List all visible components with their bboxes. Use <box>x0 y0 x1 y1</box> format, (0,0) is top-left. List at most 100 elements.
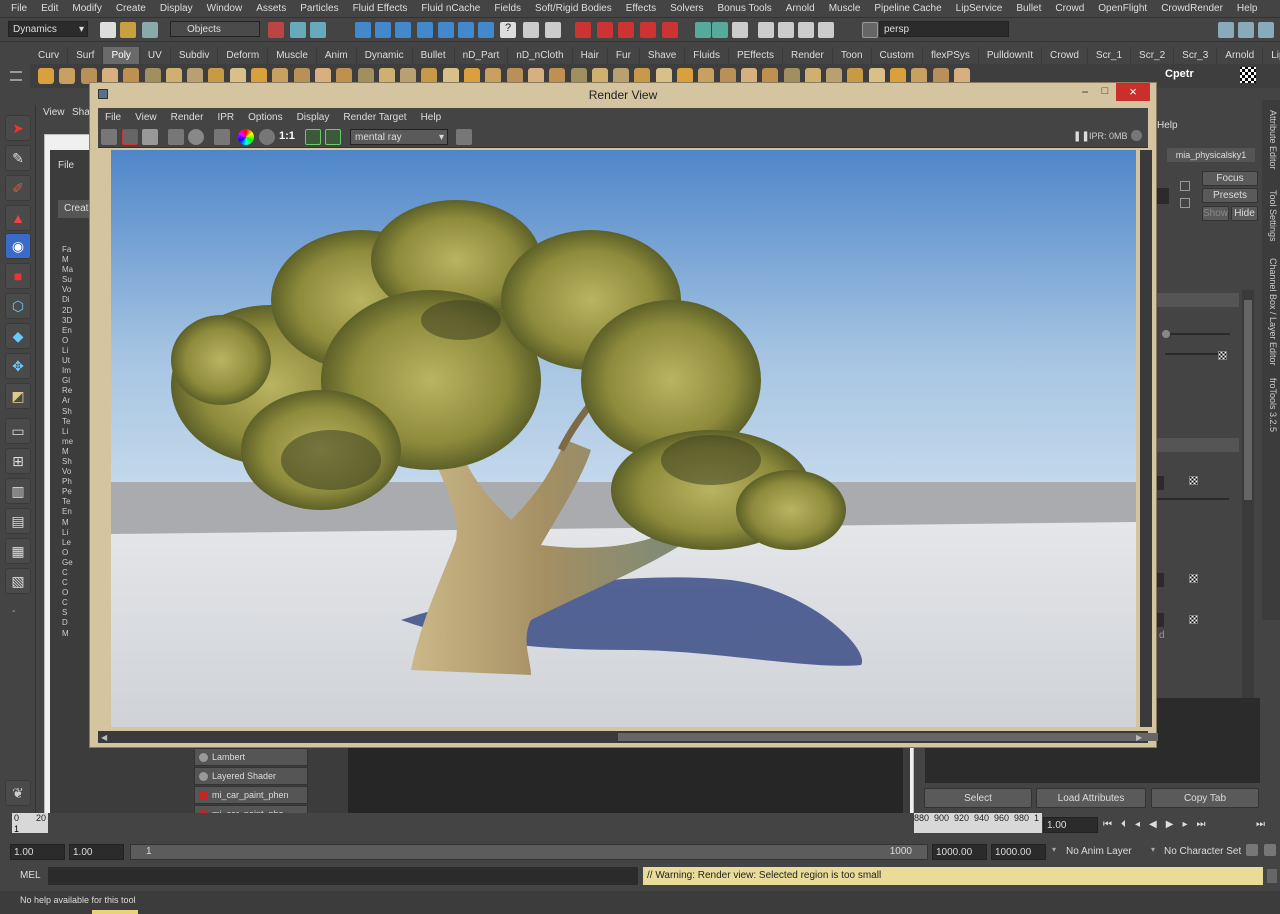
node-name-field[interactable] <box>1157 188 1169 204</box>
step-forward-icon[interactable]: ▸ <box>1182 819 1196 830</box>
shelf-tab-nd-part[interactable]: nD_Part <box>455 47 509 64</box>
step-back-icon[interactable]: ◂ <box>1135 819 1149 830</box>
rv-menu-render[interactable]: Render <box>164 112 211 123</box>
select-object-icon[interactable] <box>290 22 306 38</box>
playback-start-field[interactable]: 1.00 <box>69 844 124 860</box>
copy-tab-button[interactable]: Copy Tab <box>1151 788 1259 808</box>
color-channels-icon[interactable] <box>238 129 254 145</box>
script-editor-icon[interactable] <box>1267 869 1277 883</box>
display-render-icon[interactable] <box>818 22 834 38</box>
shelf-tab-dynamic[interactable]: Dynamic <box>357 47 413 64</box>
range-slider-bar[interactable]: 1 1000 <box>130 844 928 860</box>
shelf-label-cpetr[interactable]: Cpetr <box>1165 68 1194 80</box>
menu-soft-rigid-bodies[interactable]: Soft/Rigid Bodies <box>528 3 619 14</box>
menu-particles[interactable]: Particles <box>293 3 345 14</box>
shelf-tab-fur[interactable]: Fur <box>608 47 640 64</box>
select-component-icon[interactable] <box>310 22 326 38</box>
make-live-icon[interactable] <box>438 22 454 38</box>
pause-ipr-icon[interactable]: ❚❚ <box>1073 131 1090 142</box>
presets-button[interactable]: Presets <box>1202 188 1258 203</box>
scroll-right-icon[interactable]: ▶ <box>1136 733 1142 742</box>
menu-file[interactable]: File <box>4 3 34 14</box>
play-forward-icon[interactable]: ▶ <box>1166 819 1183 830</box>
magnet-5-icon[interactable] <box>662 22 678 38</box>
shelf-tab-bullet[interactable]: Bullet <box>413 47 455 64</box>
snapshot-icon[interactable] <box>142 129 158 145</box>
go-to-end-icon[interactable]: ⏭ <box>1196 819 1214 830</box>
shelf-tab-shave[interactable]: Shave <box>640 47 686 64</box>
texture-map-3-icon[interactable] <box>1189 574 1198 583</box>
slider-track-1[interactable] <box>1165 333 1230 335</box>
redo-render-icon[interactable] <box>101 129 117 145</box>
anim-start-field[interactable]: 1.00 <box>10 844 65 860</box>
section-header-2[interactable] <box>1157 438 1239 452</box>
shelf-end-icon[interactable] <box>1240 67 1256 83</box>
texture-map-4-icon[interactable] <box>1189 615 1198 624</box>
layout-graph-icon[interactable]: ▤ <box>5 508 31 534</box>
shelf-tab-peffects[interactable]: PEffects <box>729 47 784 64</box>
render-region-icon[interactable] <box>122 129 138 145</box>
show-manip-icon[interactable]: ✥ <box>5 353 31 379</box>
playback-end-icon[interactable]: ⏭ <box>1256 819 1265 830</box>
magnet-3-icon[interactable] <box>618 22 634 38</box>
menu-effects[interactable]: Effects <box>619 3 663 14</box>
shelf-tab-arnold[interactable]: Arnold <box>1217 47 1264 64</box>
snap-grid-icon[interactable] <box>355 22 371 38</box>
render-view-hscroll[interactable]: ◀ ▶ <box>98 731 1158 743</box>
shelf-tab-lipserv[interactable]: LipServ <box>1263 47 1280 64</box>
shelf-tab-flexpsys[interactable]: flexPSys <box>923 47 979 64</box>
new-scene-icon[interactable] <box>100 22 116 38</box>
attr-field-2[interactable] <box>1157 573 1164 587</box>
paint-select-icon[interactable]: ✐ <box>5 175 31 201</box>
shelf-tab-scr-2[interactable]: Scr_2 <box>1131 47 1175 64</box>
slider-track-3[interactable] <box>1157 498 1229 500</box>
menu-lipservice[interactable]: LipService <box>949 3 1010 14</box>
render-snapshot-icon[interactable] <box>712 22 728 38</box>
menu-crowdrender[interactable]: CrowdRender <box>1154 3 1230 14</box>
channel-box-toggle-icon[interactable] <box>1258 22 1274 38</box>
anim-layer-label[interactable]: No Anim Layer <box>1066 846 1132 857</box>
current-frame-field[interactable]: 1.00 <box>1043 817 1098 833</box>
shelf-tab-poly[interactable]: Poly <box>103 47 140 64</box>
rotate-tool-icon[interactable]: ◉ <box>5 233 31 259</box>
input-ops-icon[interactable] <box>478 22 494 38</box>
hypershade-menu-file[interactable]: File <box>58 160 74 171</box>
shelf-tab-uv[interactable]: UV <box>140 47 171 64</box>
rv-menu-file[interactable]: File <box>98 112 128 123</box>
step-back-key-icon[interactable]: ⏴ <box>1121 819 1135 830</box>
time-slider[interactable]: 0 20 1 880 900 920 940 960 980 1 1.00 ⏮⏴◂◀▶▸⏭ … <box>0 813 1280 837</box>
time-slider-left-region[interactable]: 0 20 1 <box>12 813 48 834</box>
snap-curve-icon[interactable] <box>375 22 391 38</box>
camera-input[interactable]: persp <box>879 21 1009 37</box>
attribute-editor-toggle-icon[interactable] <box>1218 22 1234 38</box>
layout-four-icon[interactable]: ⊞ <box>5 448 31 474</box>
rv-menu-ipr[interactable]: IPR <box>210 112 241 123</box>
taskbar-item-active[interactable] <box>92 910 138 914</box>
layout-outliner-icon[interactable]: ▥ <box>5 478 31 504</box>
shelf-tab-anim[interactable]: Anim <box>317 47 357 64</box>
scale-tool-icon[interactable]: ■ <box>5 263 31 289</box>
move-tool-icon[interactable]: ▲ <box>5 205 31 231</box>
viewport-menu-shading[interactable]: Sha <box>72 107 90 118</box>
tab-attribute-editor[interactable]: Attribute Editor <box>1264 110 1278 180</box>
hide-button[interactable]: Hide <box>1231 206 1258 221</box>
shelf-tab-crowd[interactable]: Crowd <box>1042 47 1088 64</box>
rendered-image[interactable] <box>111 150 1136 727</box>
anim-layer-arrow-icon[interactable]: ▾ <box>1052 845 1056 854</box>
magnet-icon[interactable] <box>575 22 591 38</box>
history-icon[interactable] <box>458 22 474 38</box>
close-icon[interactable]: × <box>1116 83 1150 101</box>
time-slider-right-region[interactable]: 880 900 920 940 960 980 1 <box>914 813 1042 833</box>
rv-menu-render-target[interactable]: Render Target <box>336 112 413 123</box>
slider-track-2[interactable] <box>1165 353 1225 355</box>
shelf-tab-fluids[interactable]: Fluids <box>685 47 729 64</box>
menu-create[interactable]: Create <box>109 3 153 14</box>
show-button[interactable]: Show <box>1202 206 1229 221</box>
menu-bullet[interactable]: Bullet <box>1009 3 1048 14</box>
shelf-tab-muscle[interactable]: Muscle <box>268 47 317 64</box>
playback-end-field[interactable]: 1000.00 <box>932 844 987 860</box>
render-ipr-icon[interactable] <box>545 22 561 38</box>
shelf-tab-hair[interactable]: Hair <box>573 47 608 64</box>
load-attributes-button[interactable]: Load Attributes <box>1036 788 1146 808</box>
node-tab-mia-physicalsky[interactable]: mia_physicalsky1 <box>1167 148 1255 162</box>
